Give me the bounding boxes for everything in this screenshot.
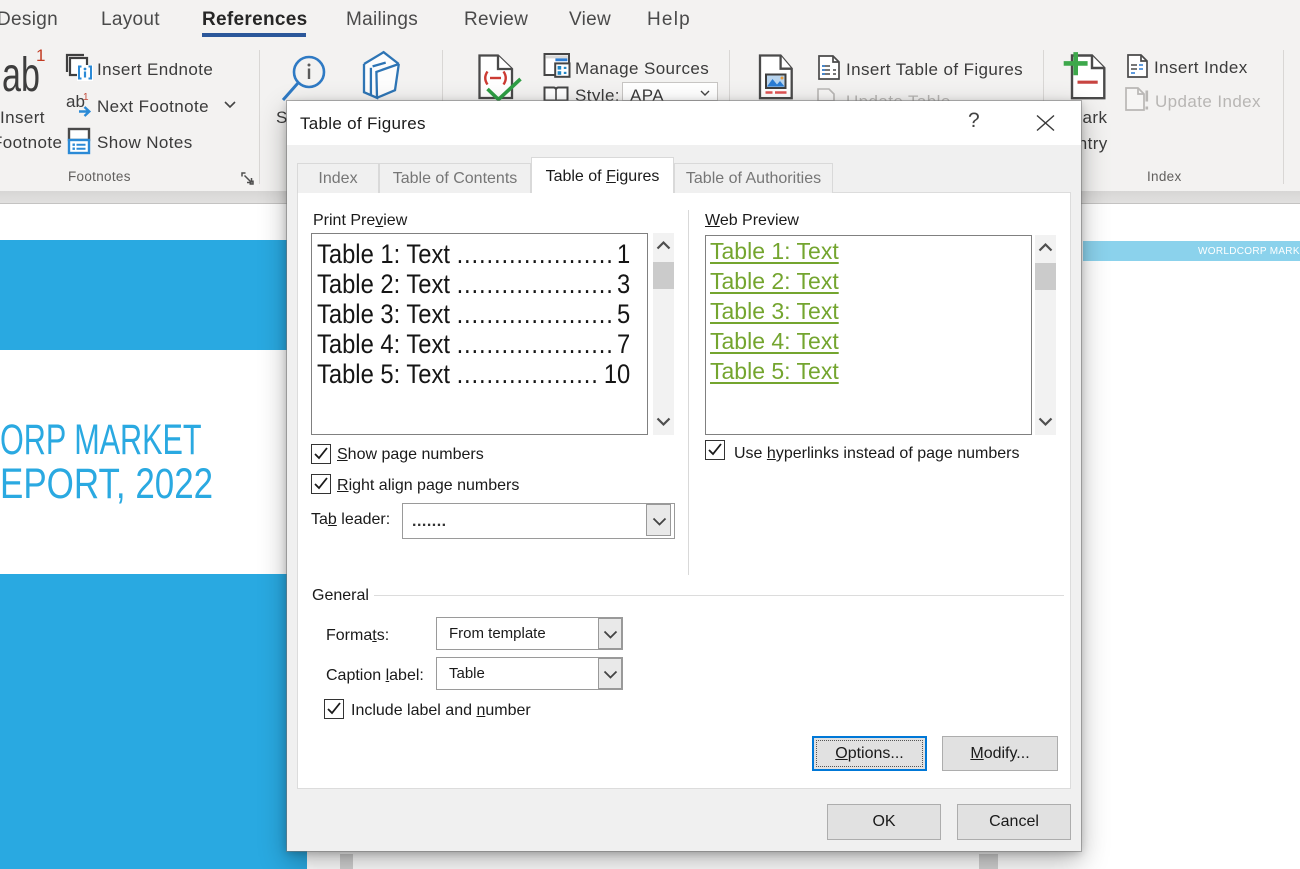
svg-text:1: 1	[83, 92, 89, 103]
